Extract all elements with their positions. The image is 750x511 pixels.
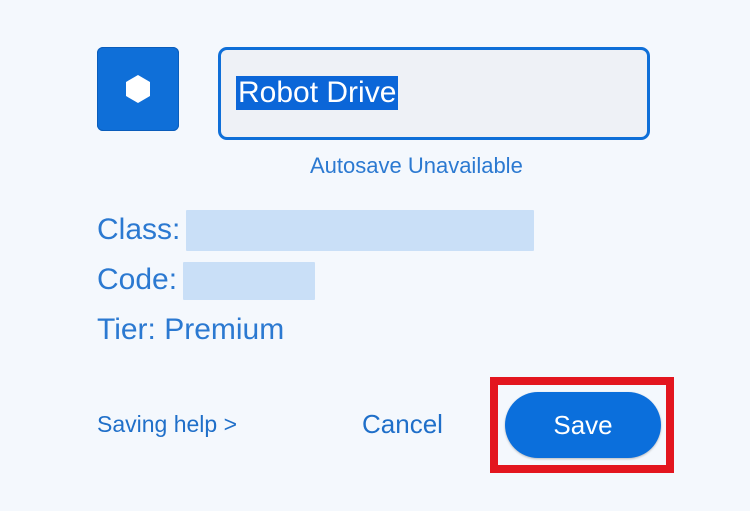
- app-icon: [97, 47, 179, 131]
- saving-help-link[interactable]: Saving help >: [97, 411, 237, 438]
- code-label: Code:: [97, 263, 178, 296]
- tier-label: Tier: Premium: [97, 313, 285, 346]
- autosave-status: Autosave Unavailable: [310, 153, 523, 178]
- class-label: Class:: [97, 213, 181, 246]
- save-button[interactable]: Save: [505, 392, 661, 458]
- cancel-button[interactable]: Cancel: [362, 409, 443, 440]
- hexagon-icon: [126, 75, 150, 103]
- class-value-redacted: [186, 210, 534, 251]
- name-field-selected-text[interactable]: Robot Drive: [236, 76, 399, 110]
- code-value-redacted: [183, 262, 315, 300]
- name-field[interactable]: Robot Drive: [218, 47, 650, 140]
